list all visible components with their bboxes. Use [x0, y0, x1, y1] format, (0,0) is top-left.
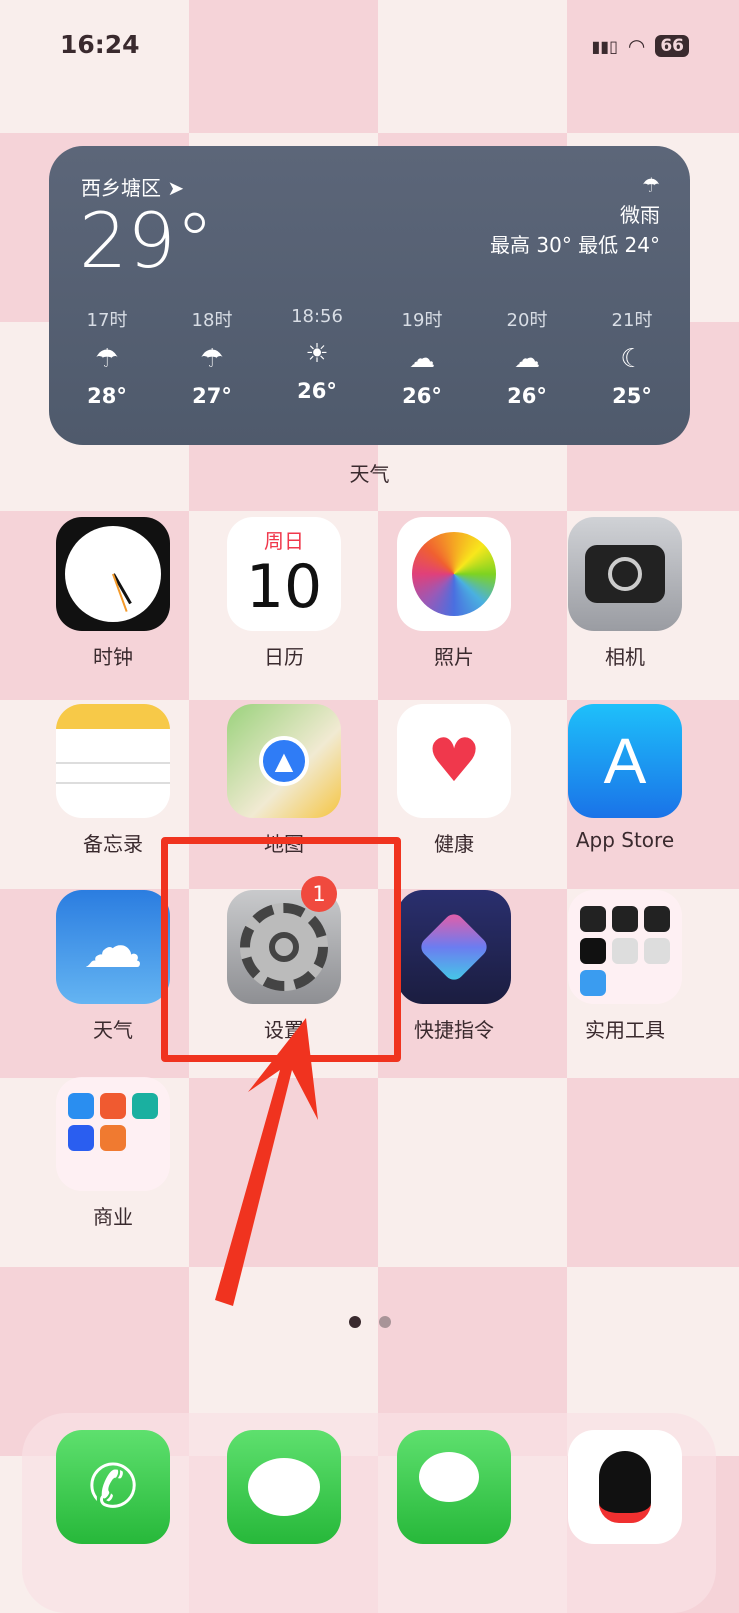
page-indicator[interactable] — [0, 1316, 739, 1328]
dock-wechat[interactable] — [379, 1430, 529, 1544]
dock-phone[interactable]: ✆ — [38, 1430, 188, 1544]
notification-badge: 1 — [301, 876, 337, 912]
phone-icon: ✆ — [56, 1430, 170, 1544]
messages-icon — [227, 1430, 341, 1544]
page-dot[interactable] — [378, 1316, 391, 1328]
arrow-annotation — [215, 1018, 318, 1306]
page-dot[interactable] — [348, 1316, 361, 1328]
arrow-icon — [215, 1018, 318, 1306]
dock-qq[interactable] — [550, 1430, 700, 1544]
qq-icon — [568, 1430, 682, 1544]
dock-messages[interactable] — [209, 1430, 359, 1544]
wechat-icon — [397, 1430, 511, 1544]
